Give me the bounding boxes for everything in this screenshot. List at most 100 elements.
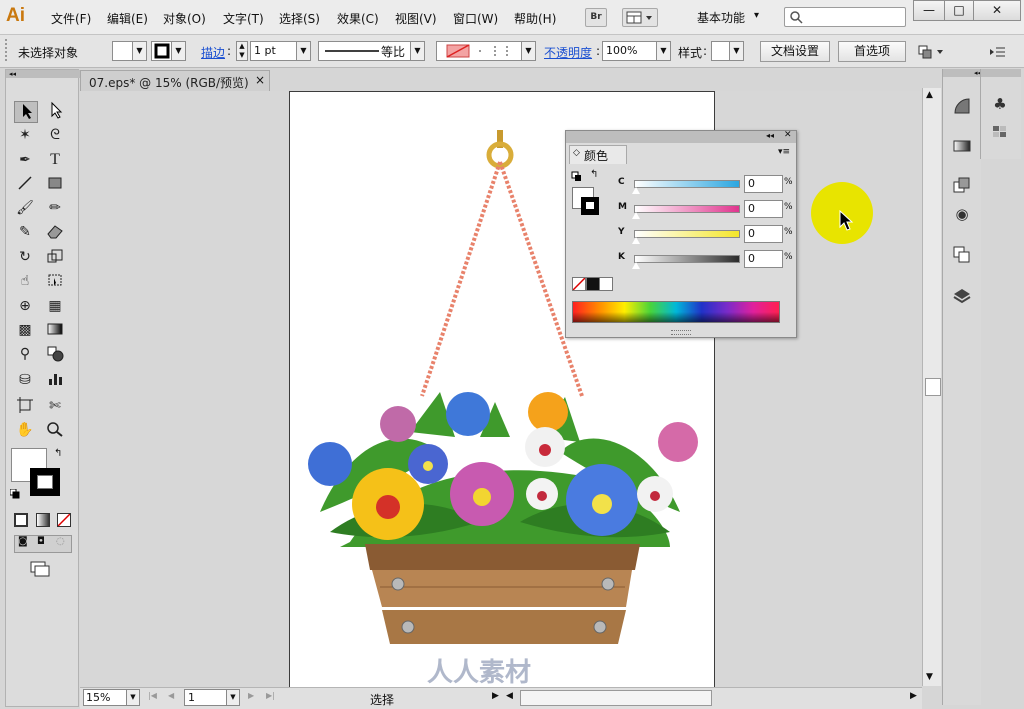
bridge-button[interactable]: Br xyxy=(585,8,607,27)
draw-behind-icon[interactable]: ◘ xyxy=(37,536,45,547)
maximize-button[interactable]: □ xyxy=(944,0,974,21)
yellow-value-input[interactable]: 0 xyxy=(744,225,783,243)
graphic-style-dropdown[interactable]: ▼ xyxy=(729,41,744,61)
fill-swatch[interactable] xyxy=(112,41,134,61)
scroll-right-arrow[interactable]: ▶ xyxy=(910,691,917,701)
gradient-tool[interactable] xyxy=(44,320,66,340)
collapse-panel-icon[interactable]: ◂◂ xyxy=(766,131,774,140)
symbol-sprayer-tool[interactable]: ⛁ xyxy=(14,370,36,390)
screen-mode-button[interactable] xyxy=(28,560,52,578)
blend-tool[interactable] xyxy=(44,344,66,364)
free-transform-tool[interactable] xyxy=(44,271,66,291)
white-swatch[interactable] xyxy=(599,277,613,291)
eyedropper-tool[interactable]: ⚲ xyxy=(14,344,36,364)
panel-stroke-box[interactable] xyxy=(581,197,599,215)
appearance-panel-icon[interactable]: ◉ xyxy=(951,203,973,225)
next-artboard-icon[interactable]: ▶ xyxy=(248,691,254,700)
paintbrush-tool[interactable]: 🖌 xyxy=(14,198,36,218)
default-fill-stroke-icon[interactable] xyxy=(9,488,20,499)
panel-menu-button[interactable] xyxy=(988,43,1008,61)
minimize-button[interactable]: — xyxy=(913,0,945,21)
rectangle-tool[interactable] xyxy=(44,174,66,194)
cyan-value-input[interactable]: 0 xyxy=(744,175,783,193)
color-spectrum-bar[interactable] xyxy=(572,301,780,323)
type-tool[interactable]: T xyxy=(44,150,66,170)
menu-object[interactable]: 对象(O) xyxy=(163,10,206,27)
none-swatch[interactable] xyxy=(572,277,586,291)
align-panel-icon[interactable] xyxy=(951,244,973,266)
vertical-scrollbar[interactable]: ▲ ▼ xyxy=(922,88,941,686)
hand-tool[interactable]: ✋ xyxy=(14,420,36,440)
rotate-tool[interactable]: ↻ xyxy=(14,247,36,267)
brush-definition-select[interactable] xyxy=(436,41,524,61)
lasso-tool[interactable]: ᘓ xyxy=(44,125,66,145)
brush-dropdown[interactable]: ▼ xyxy=(521,41,536,61)
color-panel-menu-icon[interactable]: ▾≡ xyxy=(778,147,790,157)
zoom-dropdown[interactable]: ▼ xyxy=(126,689,140,706)
selection-tool[interactable] xyxy=(14,101,38,123)
draw-inside-icon[interactable]: ◌ xyxy=(56,536,65,547)
direct-selection-tool[interactable] xyxy=(44,101,66,121)
cyan-slider-track[interactable] xyxy=(634,180,740,188)
status-menu-arrow[interactable]: ▶ xyxy=(492,691,499,701)
stroke-color-box[interactable] xyxy=(30,468,60,496)
gradient-panel-icon[interactable] xyxy=(951,135,973,157)
slice-tool[interactable]: ✄ xyxy=(44,396,66,416)
first-artboard-icon[interactable]: |◀ xyxy=(148,691,157,700)
dock-collapse[interactable]: ◂◂ xyxy=(943,69,981,77)
scroll-thumb[interactable] xyxy=(925,378,941,396)
workspace-switcher[interactable]: 基本功能 xyxy=(697,9,745,26)
transparency-panel-icon[interactable] xyxy=(951,175,973,197)
scale-tool[interactable] xyxy=(44,247,66,267)
magenta-slider-thumb[interactable] xyxy=(632,212,640,219)
stroke-weight-dropdown[interactable]: ▼ xyxy=(296,41,311,61)
shape-builder-tool[interactable]: ⊕ xyxy=(14,296,36,316)
color-guide-icon[interactable] xyxy=(951,95,973,117)
document-setup-button[interactable]: 文档设置 xyxy=(760,41,830,62)
warp-tool[interactable]: ☝ xyxy=(14,271,36,291)
menu-effect[interactable]: 效果(C) xyxy=(337,10,379,27)
color-mode-button[interactable] xyxy=(14,513,28,527)
blob-brush-tool[interactable]: ✎ xyxy=(14,222,36,242)
magic-wand-tool[interactable]: ✶ xyxy=(14,125,36,145)
fill-dropdown-arrow[interactable]: ▼ xyxy=(132,41,147,61)
scroll-up-arrow[interactable]: ▲ xyxy=(926,90,933,100)
arrange-objects-button[interactable] xyxy=(917,43,947,61)
tools-panel-collapse[interactable]: ◂◂ xyxy=(6,70,81,78)
stroke-dropdown-arrow[interactable]: ▼ xyxy=(171,41,186,61)
menu-type[interactable]: 文字(T) xyxy=(223,10,264,27)
zoom-tool[interactable] xyxy=(44,420,66,440)
menu-edit[interactable]: 编辑(E) xyxy=(107,10,148,27)
pencil-tool[interactable]: ✏ xyxy=(44,198,66,218)
magenta-slider-track[interactable] xyxy=(634,205,740,213)
column-graph-tool[interactable] xyxy=(44,370,66,390)
menu-view[interactable]: 视图(V) xyxy=(395,10,437,27)
gradient-mode-button[interactable] xyxy=(36,513,50,527)
layers-panel-icon[interactable] xyxy=(951,285,973,307)
opacity-input[interactable]: 100% xyxy=(602,41,657,61)
black-value-input[interactable]: 0 xyxy=(744,250,783,268)
scroll-left-arrow[interactable]: ◀ xyxy=(506,691,513,701)
artboard-tool[interactable] xyxy=(14,396,36,416)
mini-swap-icon[interactable]: ↰ xyxy=(590,169,598,180)
mesh-tool[interactable]: ▩ xyxy=(14,320,36,340)
stroke-weight-stepper[interactable]: ▲ ▼ xyxy=(236,41,248,61)
yellow-slider-track[interactable] xyxy=(634,230,740,238)
horizontal-scroll-thumb[interactable] xyxy=(520,690,712,706)
perspective-grid-tool[interactable]: ▦ xyxy=(44,296,66,316)
help-search-input[interactable] xyxy=(784,7,906,27)
magenta-value-input[interactable]: 0 xyxy=(744,200,783,218)
close-panel-icon[interactable]: ✕ xyxy=(784,130,792,140)
graphic-style-swatch[interactable] xyxy=(711,41,731,61)
eraser-tool[interactable] xyxy=(44,222,66,242)
black-slider-track[interactable] xyxy=(634,255,740,263)
stroke-swatch[interactable] xyxy=(151,41,173,61)
swatches-panel-icon[interactable] xyxy=(989,121,1011,143)
preferences-button[interactable]: 首选项 xyxy=(838,41,906,62)
black-slider-thumb[interactable] xyxy=(632,262,640,269)
previous-artboard-icon[interactable]: ◀ xyxy=(168,691,174,700)
cyan-slider-thumb[interactable] xyxy=(632,187,640,194)
draw-normal-icon[interactable]: ◙ xyxy=(18,536,28,547)
stroke-profile-dropdown[interactable]: ▼ xyxy=(410,41,425,61)
swap-fill-stroke-icon[interactable]: ↰ xyxy=(54,448,62,459)
